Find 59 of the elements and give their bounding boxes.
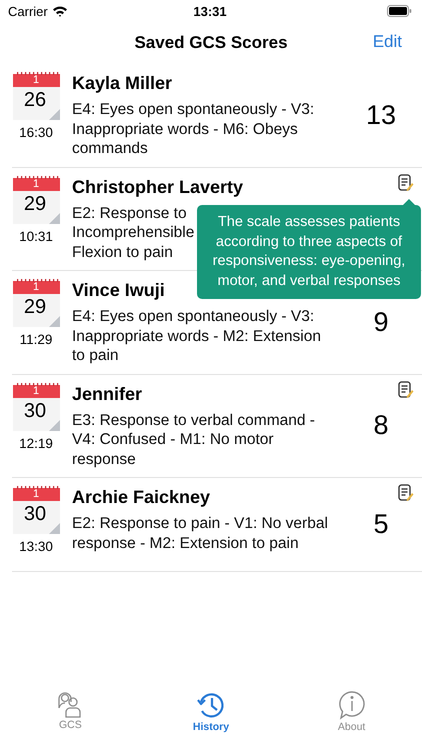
score-description: to pain	[72, 346, 119, 366]
calendar-month: 1	[32, 280, 40, 293]
patient-name: Kayla Miller	[72, 73, 172, 94]
score-description: response	[72, 450, 136, 469]
calendar-day: 29	[12, 296, 58, 319]
score-description: Incomprehensible	[72, 223, 194, 242]
calendar-day: 30	[12, 503, 58, 526]
calendar-icon	[12, 382, 60, 432]
patient-name: Archie Faickney	[72, 487, 210, 508]
score-description: E2: Response to	[72, 204, 187, 223]
calendar-day: 26	[12, 89, 58, 112]
calendar-day: 30	[12, 400, 58, 422]
calendar-day: 29	[12, 192, 58, 216]
score-description: E4: Eyes open spontaneously - V3:	[72, 307, 314, 326]
calendar-month: 1	[32, 73, 40, 86]
calendar-month: 1	[32, 487, 40, 500]
time-label: 13:30	[19, 539, 53, 554]
time-label: 12:19	[19, 436, 53, 450]
nav-title: Saved GCS Scores	[134, 33, 288, 53]
clock-time: 13:31	[192, 4, 228, 18]
patient-name: Vince Iwuji	[72, 280, 165, 301]
calendar-icon	[12, 279, 60, 329]
score-description: V4: Confused - M1: No motor	[72, 430, 274, 450]
calendar-icon	[12, 72, 60, 122]
calendar-icon	[12, 176, 60, 226]
score-row[interactable]: 1 26 16:30 Kayla Miller E4: Eyes open spontaneously - V3: Inappropriate words - M6: Obeys commands 13	[12, 64, 422, 168]
score-description: Inappropriate words - M2: Extension	[72, 326, 321, 346]
edit-button[interactable]: Edit	[372, 32, 402, 52]
score-row[interactable]: 1 30 12:19 Jennifer E3: Response to verbal command - V4: Confused - M1: No motor response 8	[12, 374, 422, 478]
score-description: commands	[72, 139, 148, 158]
time-label: 16:30	[19, 125, 53, 140]
info-icon	[336, 690, 367, 720]
score-description: Inappropriate words - M6: Obeys	[72, 120, 298, 139]
battery-icon	[387, 5, 412, 17]
total-score: 8	[373, 410, 389, 442]
calendar-month: 1	[32, 384, 40, 396]
score-description: response - M2: Extension to pain	[72, 534, 299, 553]
calendar-month: 1	[32, 176, 40, 190]
total-score: 5	[373, 509, 389, 540]
wifi-icon	[52, 5, 68, 17]
history-icon	[196, 690, 226, 720]
score-description: E2: Response to pain - V1: No verbal	[72, 514, 328, 534]
note-icon[interactable]	[398, 380, 414, 398]
tab-item[interactable]: History	[170, 690, 251, 733]
total-score: 13	[366, 100, 396, 131]
score-row[interactable]: 1 30 13:30 Archie Faickney E2: Response to pain - V1: No verbal response - M2: Extension to pain 5	[12, 478, 422, 572]
time-label: 11:29	[20, 332, 52, 347]
tooltip: The scale assesses patients according to three aspects of responsiveness: eye-opening, motor, and verbal responses	[197, 205, 421, 299]
note-icon[interactable]	[398, 174, 414, 192]
score-description: Flexion to pain	[72, 242, 173, 262]
score-description: E3: Response to verbal command -	[72, 410, 315, 430]
total-score: 9	[373, 306, 389, 338]
score-description: E4: Eyes open spontaneously - V3:	[72, 100, 314, 120]
patient-name: Christopher Laverty	[72, 176, 244, 198]
calendar-icon	[12, 486, 60, 536]
note-icon[interactable]	[398, 484, 414, 502]
carrier-label: Carrier	[8, 4, 48, 18]
time-label: 10:31	[19, 228, 53, 244]
patient-name: Jennifer	[72, 384, 142, 404]
